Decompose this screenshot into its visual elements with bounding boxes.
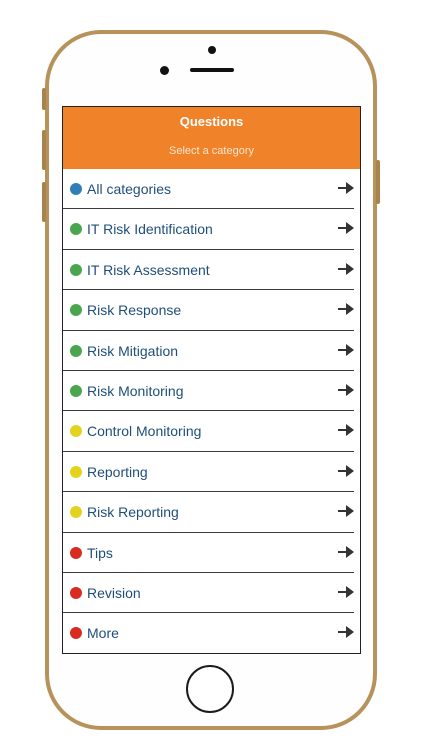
category-label: All categories (87, 181, 172, 197)
home-button[interactable] (186, 665, 234, 713)
category-list: All categories IT Risk Identification IT R… (63, 169, 360, 653)
category-dot-icon (70, 586, 82, 599)
category-row[interactable]: More (63, 613, 354, 653)
category-label: IT Risk Identification (87, 221, 213, 238)
category-label: Tips (87, 544, 113, 561)
front-camera (208, 46, 216, 54)
right-arrow-icon (338, 626, 354, 639)
category-label: More (87, 625, 119, 642)
category-dot-icon (70, 627, 82, 640)
category-dot-icon (70, 304, 82, 317)
category-dot-icon (70, 425, 82, 438)
right-arrow-icon (338, 383, 354, 396)
category-row[interactable]: IT Risk Identification (63, 209, 354, 250)
category-row[interactable]: Revision (63, 573, 354, 614)
volume-down-button (42, 182, 46, 222)
page-subtitle: Select a category (169, 145, 254, 157)
right-arrow-icon (338, 424, 354, 437)
category-row[interactable]: IT Risk Assessment (63, 250, 354, 291)
volume-up-button (42, 130, 46, 170)
page-title: Questions (179, 114, 244, 129)
app-screen: Questions Select a category All categori… (62, 106, 361, 654)
category-label: Reporting (87, 463, 148, 480)
earpiece-speaker (190, 68, 234, 72)
category-label: Control Monitoring (87, 423, 202, 440)
category-row[interactable]: Risk Monitoring (63, 371, 354, 412)
right-arrow-icon (338, 303, 354, 316)
category-label: Revision (87, 584, 141, 601)
category-label: Risk Reporting (87, 504, 179, 521)
right-arrow-icon (338, 182, 354, 194)
right-arrow-icon (338, 585, 354, 598)
right-arrow-icon (338, 545, 354, 558)
category-label: IT Risk Assessment (87, 261, 210, 278)
category-row[interactable]: Risk Mitigation (63, 331, 354, 371)
category-dot-icon (70, 183, 82, 195)
category-row[interactable]: Control Monitoring (63, 411, 354, 452)
category-row[interactable]: All categories (63, 169, 354, 210)
category-dot-icon (70, 344, 82, 357)
category-dot-icon (70, 384, 82, 397)
category-row[interactable]: Reporting (63, 452, 354, 493)
category-dot-icon (70, 263, 82, 276)
right-arrow-icon (338, 222, 354, 235)
category-dot-icon (70, 465, 82, 478)
header-bar: Questions Select a category (63, 107, 360, 169)
proximity-sensor (160, 66, 169, 75)
power-button (376, 160, 380, 204)
right-arrow-icon (338, 505, 354, 518)
category-dot-icon (70, 223, 82, 236)
right-arrow-icon (338, 464, 354, 477)
category-label: Risk Mitigation (87, 342, 179, 359)
category-row[interactable]: Risk Response (63, 290, 354, 331)
category-label: Risk Response (87, 302, 182, 319)
right-arrow-icon (338, 343, 354, 356)
category-dot-icon (70, 506, 82, 519)
category-row[interactable]: Tips (63, 533, 354, 573)
right-arrow-icon (338, 262, 354, 275)
category-label: Risk Monitoring (87, 382, 184, 399)
mute-switch (42, 88, 46, 110)
category-dot-icon (70, 546, 82, 559)
category-row[interactable]: Risk Reporting (63, 492, 354, 533)
